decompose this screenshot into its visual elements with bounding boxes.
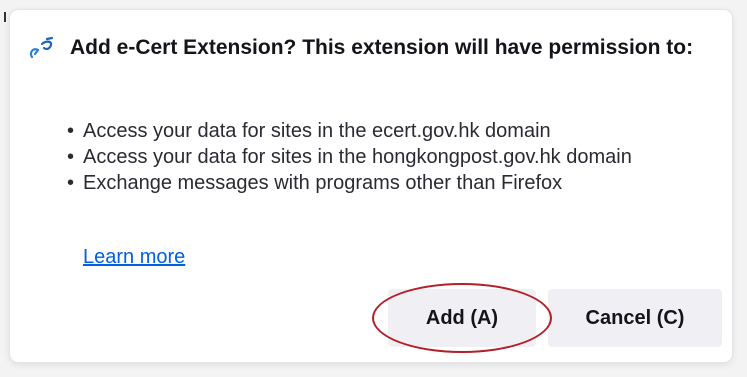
dialog-title: Add e-Cert Extension? This extension wil… — [70, 36, 694, 59]
permission-item: Exchange messages with programs other th… — [66, 170, 706, 196]
extension-link-icon — [29, 36, 54, 59]
window-edge-mark — [4, 12, 6, 22]
add-button[interactable]: Add (A) — [388, 289, 536, 347]
cancel-button[interactable]: Cancel (C) — [548, 289, 722, 347]
permission-item: Access your data for sites in the ecert.… — [66, 118, 706, 144]
learn-more-link[interactable]: Learn more — [83, 244, 185, 270]
permission-list: Access your data for sites in the ecert.… — [66, 118, 706, 196]
permission-item: Access your data for sites in the hongko… — [66, 144, 706, 170]
